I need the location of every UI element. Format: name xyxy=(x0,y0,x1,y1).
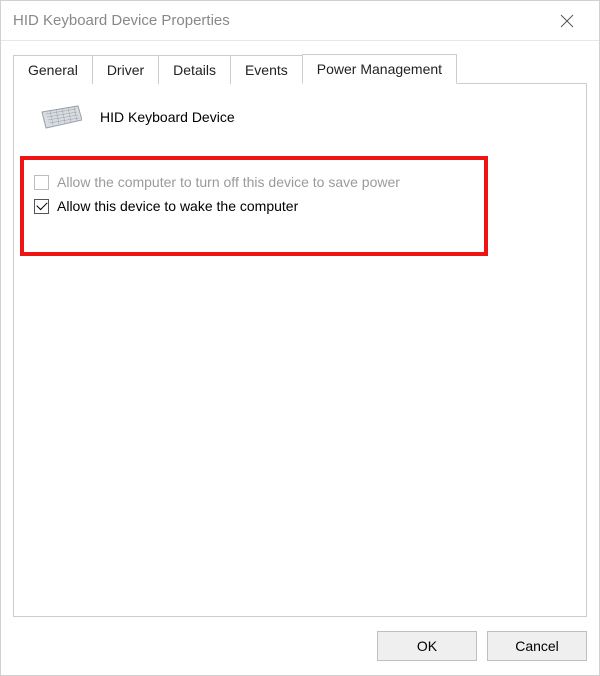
label-allow-turn-off: Allow the computer to turn off this devi… xyxy=(57,174,400,190)
cancel-button[interactable]: Cancel xyxy=(487,631,587,661)
close-button[interactable] xyxy=(547,1,587,41)
ok-button[interactable]: OK xyxy=(377,631,477,661)
checkbox-allow-turn-off xyxy=(34,175,49,190)
annotation-highlight: Allow the computer to turn off this devi… xyxy=(20,156,488,256)
properties-dialog: HID Keyboard Device Properties General D… xyxy=(0,0,600,676)
tab-driver[interactable]: Driver xyxy=(92,55,159,84)
option-allow-wake[interactable]: Allow this device to wake the computer xyxy=(34,198,474,214)
device-header: HID Keyboard Device xyxy=(32,102,568,132)
dialog-body: General Driver Details Events Power Mana… xyxy=(1,41,599,617)
tab-events[interactable]: Events xyxy=(230,55,303,84)
tab-details[interactable]: Details xyxy=(158,55,231,84)
close-icon xyxy=(560,14,574,28)
tab-power-management[interactable]: Power Management xyxy=(302,54,457,84)
label-allow-wake: Allow this device to wake the computer xyxy=(57,198,298,214)
checkbox-allow-wake[interactable] xyxy=(34,199,49,214)
titlebar: HID Keyboard Device Properties xyxy=(1,1,599,41)
device-name: HID Keyboard Device xyxy=(100,109,235,125)
window-title: HID Keyboard Device Properties xyxy=(13,12,547,29)
tab-panel-power: HID Keyboard Device Allow the computer t… xyxy=(13,83,587,617)
keyboard-icon xyxy=(38,102,82,132)
dialog-button-row: OK Cancel xyxy=(1,617,599,675)
option-allow-turn-off: Allow the computer to turn off this devi… xyxy=(34,174,474,190)
tab-general[interactable]: General xyxy=(13,55,93,84)
tabstrip: General Driver Details Events Power Mana… xyxy=(13,53,587,83)
